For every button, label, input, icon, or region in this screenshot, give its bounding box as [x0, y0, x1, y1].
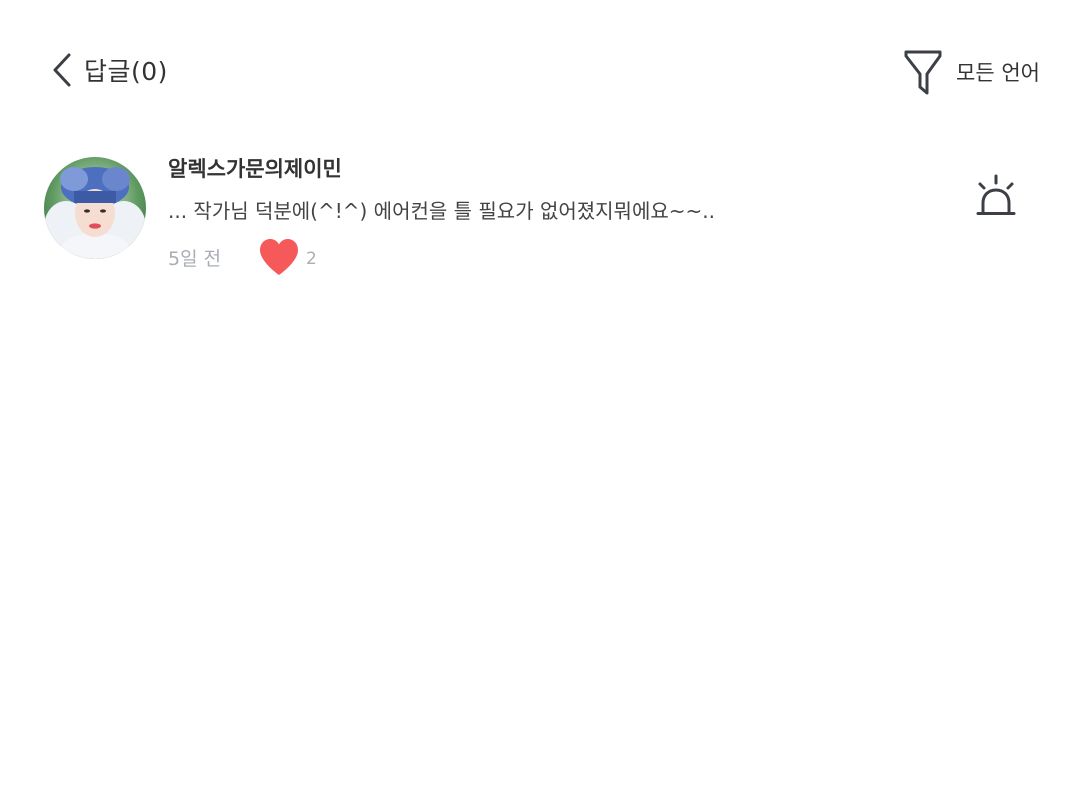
avatar[interactable]: [44, 157, 146, 259]
reply-page: 답글(0) 모든 언어 알렉스가문의제이민 ... 작가님 덕분에(^!^) 에…: [0, 0, 1080, 810]
siren-icon: [974, 174, 1018, 224]
header: 답글(0) 모든 언어: [0, 0, 1080, 140]
comment-username[interactable]: 알렉스가문의제이민: [168, 152, 342, 186]
comment-timestamp: 5일 전: [168, 248, 222, 270]
back-button[interactable]: [44, 52, 80, 92]
funnel-icon: [900, 45, 946, 99]
filter-label: 모든 언어: [956, 61, 1040, 85]
report-button[interactable]: [966, 174, 1026, 224]
like-button[interactable]: 2: [258, 238, 317, 280]
heart-icon: [258, 237, 300, 281]
like-count: 2: [306, 249, 317, 269]
comment-text: ... 작가님 덕분에(^!^) 에어컨을 틀 필요가 없어졌지뭐에요~~..: [168, 199, 715, 223]
comment-item: 알렉스가문의제이민 ... 작가님 덕분에(^!^) 에어컨을 틀 필요가 없어…: [0, 150, 1080, 290]
language-filter-button[interactable]: 모든 언어: [900, 44, 1050, 100]
chevron-left-icon: [51, 52, 73, 92]
page-title: 답글(0): [84, 57, 168, 86]
